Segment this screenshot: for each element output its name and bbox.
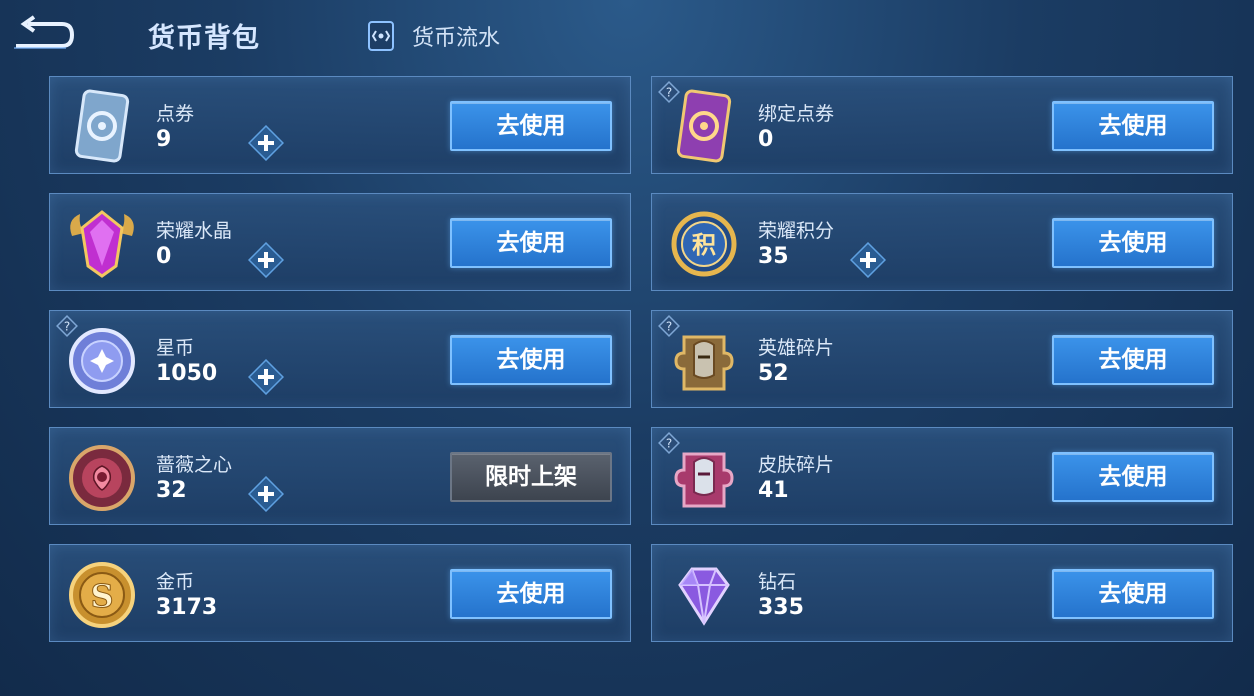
glory-crystal-icon [70,210,134,278]
glory-points-icon: 积 [671,211,737,277]
currency-amount: 41 [758,478,789,503]
add-icon[interactable] [850,242,886,278]
use-button[interactable]: 去使用 [1052,101,1214,151]
currency-card-bound-coupon: ? 绑定点券 0 去使用 [651,76,1233,174]
currency-flow-label: 货币流水 [412,26,501,51]
currency-name: 绑定点券 [758,103,835,125]
coupon-card-icon [74,89,130,163]
rose-heart-icon [69,445,135,511]
currency-card-coupon: 点券 9 去使用 [49,76,631,174]
skin-fragment-icon [674,452,734,508]
svg-text:S: S [90,577,113,615]
currency-card-star-coin: ? 星币 1050 去使用 [49,310,631,408]
currency-card-rose-heart: 蔷薇之心 32 限时上架 [49,427,631,525]
use-button[interactable]: 去使用 [450,101,612,151]
currency-card-hero-fragment: ? 英雄碎片 52 去使用 [651,310,1233,408]
currency-amount: 32 [156,478,187,503]
currency-name: 金币 [156,571,195,593]
add-icon[interactable] [248,242,284,278]
diamond-icon [678,567,730,626]
limited-time-button[interactable]: 限时上架 [450,452,612,502]
use-button[interactable]: 去使用 [450,335,612,385]
add-icon[interactable] [248,125,284,161]
currency-name: 钻石 [758,571,797,593]
currency-card-diamond: 钻石 335 去使用 [651,544,1233,642]
currency-amount: 3173 [156,595,218,620]
add-icon[interactable] [248,476,284,512]
bound-coupon-card-icon [676,89,732,163]
back-arrow-icon[interactable] [6,14,76,54]
add-icon[interactable] [248,359,284,395]
currency-name: 蔷薇之心 [156,454,233,476]
currency-name: 皮肤碎片 [758,454,835,476]
hero-fragment-icon [674,335,734,391]
use-button[interactable]: 去使用 [1052,335,1214,385]
currency-amount: 1050 [156,361,218,386]
currency-name: 荣耀水晶 [156,220,233,242]
currency-card-glory-points: 积 荣耀积分 35 去使用 [651,193,1233,291]
currency-amount: 335 [758,595,804,620]
currency-name: 星币 [156,337,195,359]
currency-amount: 35 [758,244,789,269]
currency-flow-button[interactable]: 货币流水 [364,18,500,54]
use-button[interactable]: 去使用 [1052,452,1214,502]
currency-amount: 0 [156,244,172,269]
use-button[interactable]: 去使用 [450,569,612,619]
currency-name: 荣耀积分 [758,220,835,242]
svg-text:积: 积 [692,231,716,259]
currency-card-gold-coin: S 金币 3173 去使用 [49,544,631,642]
gold-coin-icon: S [69,562,135,628]
currency-card-skin-fragment: ? 皮肤碎片 41 去使用 [651,427,1233,525]
use-button[interactable]: 去使用 [450,218,612,268]
top-bar: 货币背包 货币流水 [0,0,1254,70]
use-button[interactable]: 去使用 [1052,569,1214,619]
currency-amount: 52 [758,361,789,386]
currency-card-glory-crystal: 荣耀水晶 0 去使用 [49,193,631,291]
star-coin-icon [69,328,135,394]
currency-name: 英雄碎片 [758,337,835,359]
currency-name: 点券 [156,103,195,125]
currency-amount: 0 [758,127,774,152]
page-title: 货币背包 [148,23,260,54]
currency-flow-icon [368,21,394,51]
currency-amount: 9 [156,127,172,152]
use-button[interactable]: 去使用 [1052,218,1214,268]
